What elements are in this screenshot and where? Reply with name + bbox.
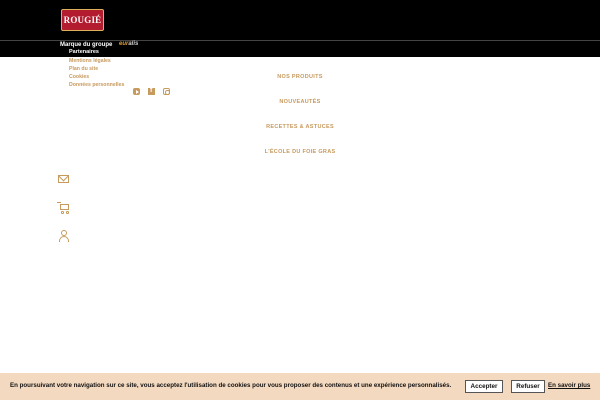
rougie-logo[interactable]: ROUGIÉ <box>61 9 104 31</box>
user-icon[interactable] <box>57 229 71 243</box>
facebook-icon[interactable] <box>148 87 155 95</box>
footer-link-personal-data[interactable]: Données personnelles <box>69 81 124 89</box>
social-links <box>133 87 170 95</box>
nav-item-products[interactable]: NOS PRODUITS <box>200 74 400 80</box>
footer-links: Mentions légales Plan du site Cookies Do… <box>69 57 124 89</box>
footer-link-cookies[interactable]: Cookies <box>69 73 124 81</box>
nav-item-school[interactable]: L'ÉCOLE DU FOIE GRAS <box>200 149 400 155</box>
group-label: Marque du groupe <box>60 42 113 48</box>
user-body <box>59 236 69 242</box>
footer-link-sitemap[interactable]: Plan du site <box>69 65 124 73</box>
partners-link[interactable]: Partenaires <box>69 49 99 55</box>
cart-wheel <box>66 211 69 214</box>
instagram-icon[interactable] <box>163 88 170 95</box>
nav-item-recipes[interactable]: RECETTES & ASTUCES <box>200 124 400 130</box>
euralis-logo-prefix: eur <box>119 41 129 47</box>
cart-basket <box>60 204 69 210</box>
youtube-icon[interactable] <box>133 88 140 95</box>
refuse-cookies-button[interactable]: Refuser <box>511 380 545 393</box>
mail-icon[interactable] <box>57 173 71 187</box>
learn-more-link[interactable]: En savoir plus <box>548 382 590 389</box>
header-bar: ROUGIÉ <box>0 0 600 40</box>
cookie-message: En poursuivant votre navigation sur ce s… <box>10 382 452 389</box>
footer-link-mentions[interactable]: Mentions légales <box>69 57 124 65</box>
cart-icon[interactable] <box>57 201 71 215</box>
logo-text: ROUGIÉ <box>63 15 102 25</box>
cart-handle <box>57 202 61 203</box>
euralis-logo[interactable]: euralis <box>119 41 138 47</box>
accept-cookies-button[interactable]: Accepter <box>465 380 503 393</box>
envelope-shape <box>58 175 69 183</box>
cart-wheel <box>61 211 64 214</box>
euralis-logo-suffix: alis <box>128 41 139 47</box>
nav-item-new[interactable]: NOUVEAUTÉS <box>200 99 400 105</box>
